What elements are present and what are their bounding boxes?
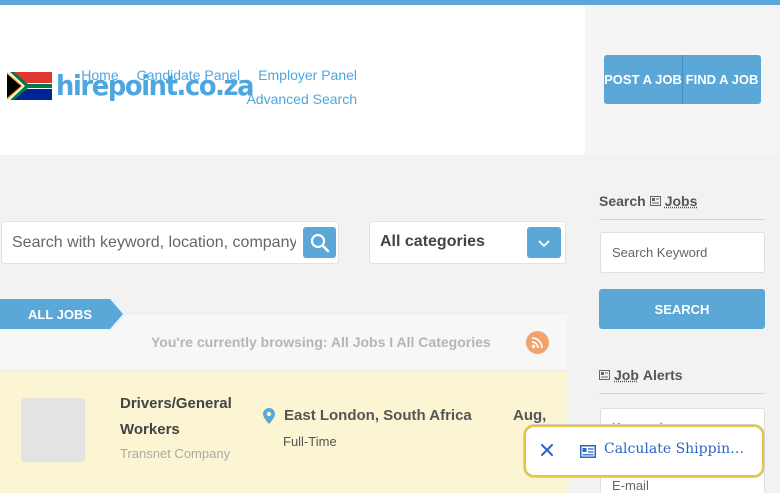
- job-search-bar: [1, 221, 339, 264]
- shipping-popup[interactable]: Calculate Shipping Cost: [524, 425, 764, 477]
- browsing-status: You're currently browsing: All Jobs I Al…: [151, 334, 491, 350]
- nav-candidate-panel[interactable]: Candidate Panel: [137, 67, 241, 83]
- nav-employer-panel[interactable]: Employer Panel: [258, 67, 357, 83]
- rss-icon: [531, 337, 543, 349]
- sidebar-alerts-title: Job Alerts: [599, 367, 683, 383]
- sidebar-alerts-title-suffix: Alerts: [642, 367, 683, 383]
- nav-home[interactable]: Home: [81, 67, 118, 83]
- newspaper-icon: [649, 196, 661, 206]
- all-jobs-tab[interactable]: ALL JOBS: [0, 298, 128, 330]
- calculator-icon: [580, 445, 596, 458]
- south-africa-flag-icon: [7, 71, 52, 100]
- category-select[interactable]: All categories: [369, 221, 566, 264]
- shipping-popup-text: Calculate Shipping Cost: [604, 441, 750, 457]
- job-search-button[interactable]: [303, 227, 336, 258]
- sidebar-keyword-input[interactable]: Search Keyword: [600, 232, 765, 273]
- search-icon: [310, 233, 329, 252]
- category-dropdown-button[interactable]: [527, 227, 561, 258]
- job-location: East London, South Africa: [284, 407, 472, 424]
- sidebar-alerts-title-word: Job: [614, 367, 639, 383]
- find-job-button[interactable]: FIND A JOB: [683, 55, 761, 104]
- company-logo-placeholder: [21, 398, 85, 462]
- sidebar-keyword-placeholder: Search Keyword: [612, 245, 708, 260]
- job-action-buttons: POST A JOB FIND A JOB: [604, 55, 761, 104]
- sidebar-search-title-word: Jobs: [664, 193, 698, 209]
- site-header: hirepoint.co.za Home Candidate Panel Emplo…: [0, 5, 585, 155]
- sidebar-divider: [599, 393, 765, 394]
- category-selected-value: All categories: [380, 233, 485, 250]
- rss-feed-button[interactable]: [526, 331, 549, 354]
- job-search-input[interactable]: [2, 222, 296, 263]
- location-pin-icon: [263, 408, 275, 424]
- job-title[interactable]: Drivers/General Workers: [120, 391, 250, 443]
- job-type: Full-Time: [283, 434, 337, 449]
- job-listing-row[interactable]: [0, 371, 567, 493]
- close-icon[interactable]: [540, 443, 554, 457]
- job-date: Aug,: [513, 407, 547, 424]
- newspaper-icon: [599, 370, 610, 380]
- nav-advanced-search[interactable]: Advanced Search: [246, 91, 357, 107]
- sidebar-divider: [599, 219, 765, 220]
- alert-email-placeholder: E-mail: [612, 477, 649, 493]
- sidebar-search-title-prefix: Search: [599, 193, 646, 209]
- sidebar-search-title: Search Jobs: [599, 193, 697, 209]
- main-nav: Home Candidate Panel Employer Panel Advanc…: [63, 63, 357, 111]
- job-company: Transnet Company: [120, 446, 231, 461]
- all-jobs-label: ALL JOBS: [28, 307, 93, 322]
- sidebar-search-button[interactable]: SEARCH: [599, 289, 765, 329]
- chevron-down-icon: [538, 239, 550, 247]
- post-job-button[interactable]: POST A JOB: [604, 55, 683, 104]
